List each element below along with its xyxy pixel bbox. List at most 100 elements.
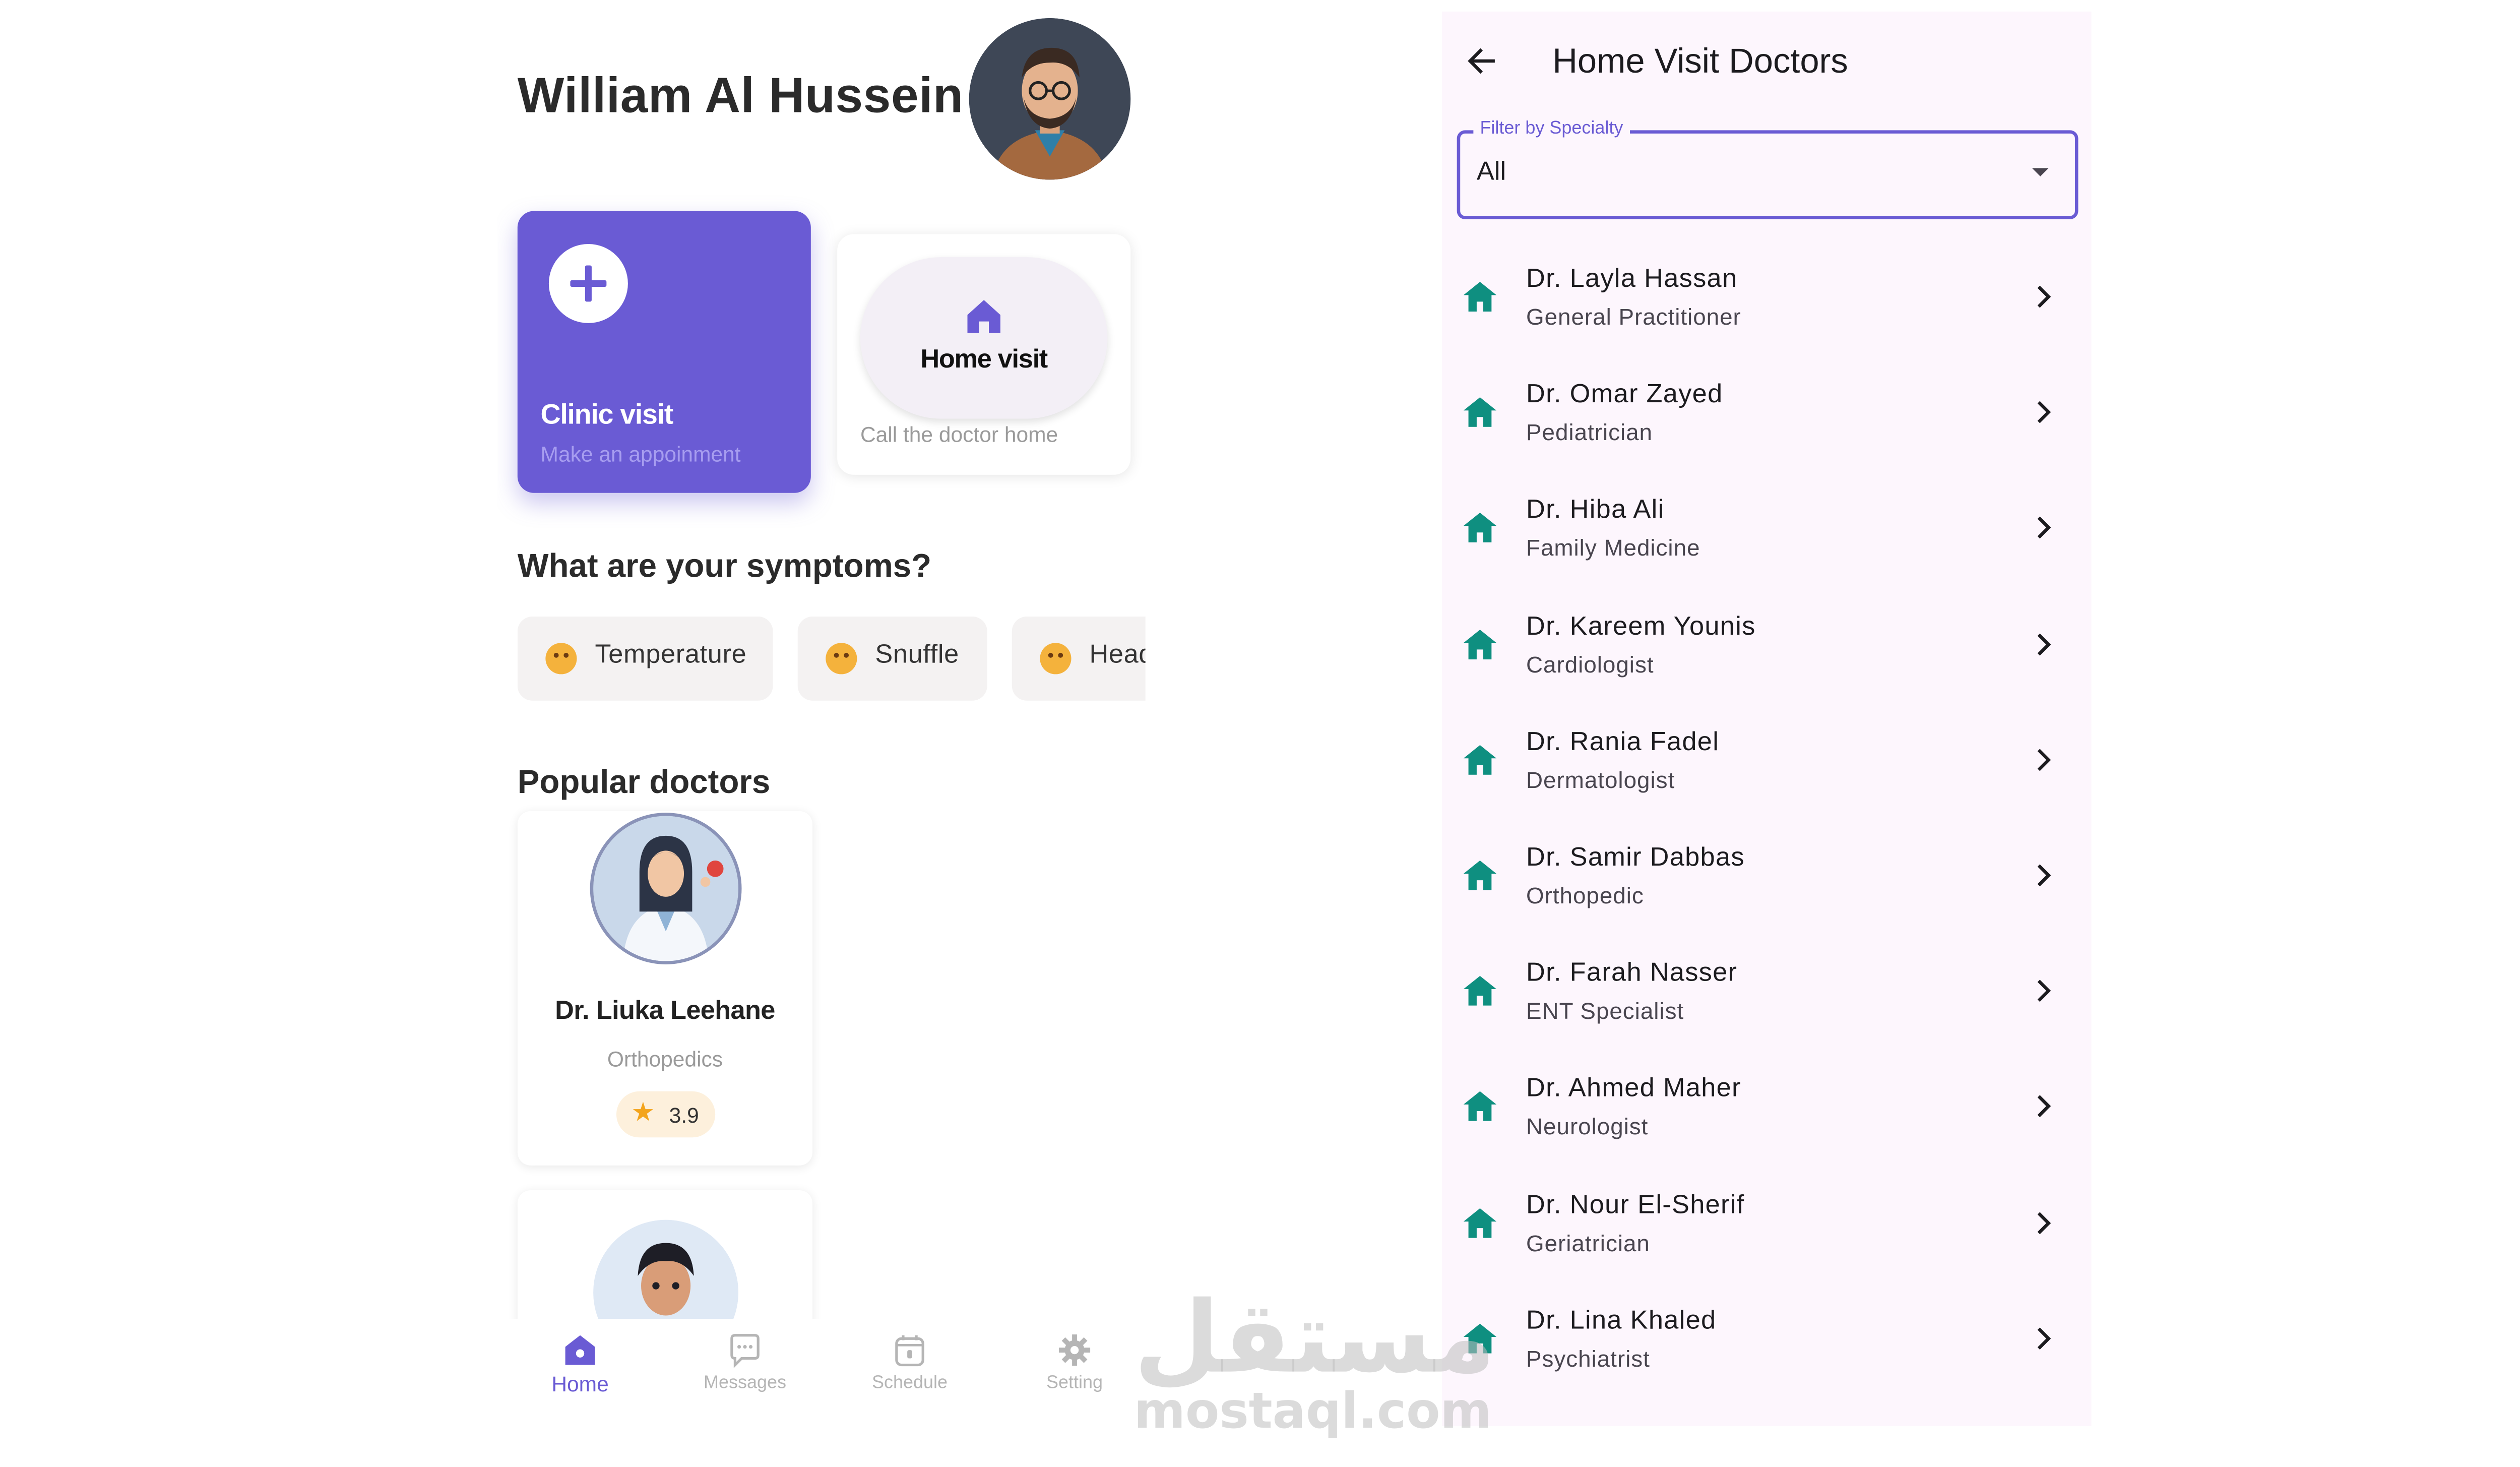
- feverish-face-emoji-icon: [545, 643, 577, 675]
- doctor-specialty: General Practitioner: [1526, 303, 1741, 330]
- chevron-right-icon: [2037, 1211, 2051, 1234]
- home-icon: [967, 300, 1000, 333]
- popular-doctor-card[interactable]: [517, 1190, 813, 1339]
- home-visit-subtitle: Call the doctor home: [860, 422, 1058, 447]
- home-icon: [1463, 282, 1497, 312]
- nav-label: Setting: [1046, 1373, 1103, 1393]
- doctor-list-item[interactable]: Dr. Layla Hassan General Practitioner: [1442, 239, 2091, 355]
- home-icon: [1463, 1207, 1497, 1238]
- home-screen: William Al Hussein Clinic visit Make an …: [497, 0, 1149, 1434]
- calendar-icon: [895, 1335, 924, 1367]
- chevron-right-icon: [2037, 285, 2051, 308]
- home-icon: [1463, 860, 1497, 890]
- chevron-right-icon: [2037, 517, 2051, 539]
- bottom-navigation: Home Messages Schedule Setting: [497, 1319, 1149, 1434]
- home-icon: [1463, 397, 1497, 427]
- filter-value: All: [1476, 158, 1506, 187]
- mostaql-watermark: مستقل mostaql.com: [1133, 1286, 1496, 1449]
- symptom-chip-snuffle[interactable]: Snuffle: [797, 616, 987, 701]
- doctor-name: Dr. Layla Hassan: [1526, 265, 1738, 294]
- doctor-specialty: Psychiatrist: [1526, 1344, 1650, 1371]
- doctor-name: Dr. Ahmed Maher: [1526, 1075, 1741, 1104]
- clinic-visit-subtitle: Make an appoinment: [540, 442, 741, 467]
- doctor-list-item[interactable]: Dr. Farah Nasser ENT Specialist: [1442, 933, 2091, 1049]
- doctor-list-item[interactable]: Dr. Hiba Ali Family Medicine: [1442, 470, 2091, 586]
- doctor-name: Dr. Hiba Ali: [1526, 497, 1665, 525]
- doctor-name: Dr. Liuka Leehane: [555, 997, 775, 1025]
- clinic-visit-title: Clinic visit: [540, 399, 674, 431]
- doctor-specialty: Cardiologist: [1526, 650, 1654, 677]
- nav-label: Schedule: [872, 1373, 948, 1393]
- watermark-latin: mostaql.com: [1133, 1383, 1492, 1441]
- doctor-name: Dr. Rania Fadel: [1526, 728, 1720, 757]
- home-icon: [1463, 1091, 1497, 1122]
- watermark-arabic: مستقل: [1133, 1280, 1496, 1396]
- home-icon: [1463, 745, 1497, 775]
- home-icon: [1463, 629, 1497, 659]
- popular-doctor-card[interactable]: Dr. Liuka Leehane Orthopedics ★ 3.9: [517, 811, 813, 1166]
- doctor-list-item[interactable]: Dr. Lina Khaled Psychiatrist: [1442, 1280, 2091, 1396]
- nav-item-messages[interactable]: Messages: [663, 1319, 828, 1434]
- home-icon: [1463, 976, 1497, 1006]
- nav-item-setting[interactable]: Setting: [992, 1319, 1149, 1434]
- chevron-right-icon: [2037, 1327, 2051, 1350]
- doctor-list-item[interactable]: Dr. Rania Fadel Dermatologist: [1442, 702, 2091, 818]
- doctor-name: Dr. Lina Khaled: [1526, 1307, 1717, 1335]
- doctor-list-item[interactable]: Dr. Omar Zayed Pediatrician: [1442, 355, 2091, 471]
- symptom-chip-label: Snuffle: [875, 641, 959, 669]
- chevron-right-icon: [2037, 1095, 2051, 1118]
- home-visit-doctors-screen: Home Visit Doctors Filter by Specialty A…: [1442, 11, 2092, 1426]
- doctor-specialty: Pediatrician: [1526, 419, 1653, 446]
- back-arrow-icon[interactable]: [1464, 43, 1500, 79]
- home-visit-pill[interactable]: Home visit: [860, 257, 1108, 419]
- doctor-name: Dr. Kareem Younis: [1526, 613, 1756, 641]
- doctor-specialty: ENT Specialist: [1526, 997, 1684, 1024]
- chevron-right-icon: [2037, 748, 2051, 771]
- user-avatar[interactable]: [969, 18, 1131, 180]
- filter-label: Filter by Specialty: [1473, 118, 1630, 139]
- specialty-filter-dropdown[interactable]: Filter by Specialty All: [1457, 118, 2078, 219]
- star-icon: ★: [631, 1099, 655, 1128]
- home-visit-card[interactable]: Home visit Call the doctor home: [837, 234, 1131, 475]
- doctor-specialty: Orthopedic: [1526, 882, 1644, 908]
- symptom-chip-label: Temperature: [595, 641, 747, 669]
- doctor-list-item[interactable]: Dr. Nour El-Sherif Geriatrician: [1442, 1165, 2091, 1280]
- symptoms-title: What are your symptoms?: [517, 548, 932, 585]
- doctor-list-item[interactable]: Dr. Kareem Younis Cardiologist: [1442, 586, 2091, 702]
- chevron-right-icon: [2037, 980, 2051, 1002]
- doctor-list: Dr. Layla Hassan General Practitioner Dr…: [1442, 239, 2091, 1396]
- home-icon: [1463, 513, 1497, 543]
- nav-label: Messages: [704, 1373, 786, 1393]
- symptom-chips: Temperature Snuffle Headache: [517, 616, 1146, 702]
- dropdown-caret-icon: [2032, 168, 2049, 176]
- chevron-right-icon: [2037, 633, 2051, 655]
- sneezing-face-emoji-icon: [826, 643, 857, 675]
- rating-value: 3.9: [669, 1103, 699, 1128]
- screen-title: Home Visit Doctors: [1552, 43, 1848, 81]
- nav-item-schedule[interactable]: Schedule: [828, 1319, 992, 1434]
- doctor-avatar: [593, 816, 738, 961]
- doctor-specialty: Dermatologist: [1526, 766, 1675, 793]
- plus-icon: [548, 243, 628, 323]
- headache-face-emoji-icon: [1040, 643, 1072, 675]
- doctor-list-item[interactable]: Dr. Samir Dabbas Orthopedic: [1442, 818, 2091, 934]
- chat-bubble-icon: [730, 1334, 760, 1368]
- symptom-chip-temperature[interactable]: Temperature: [517, 616, 773, 701]
- doctor-name: Dr. Nour El-Sherif: [1526, 1191, 1745, 1219]
- rating-badge: ★ 3.9: [616, 1091, 716, 1138]
- chevron-right-icon: [2037, 864, 2051, 887]
- symptom-chip-headache[interactable]: Headache: [1012, 616, 1146, 701]
- clinic-visit-card[interactable]: Clinic visit Make an appoinment: [517, 211, 811, 493]
- home-visit-title: Home visit: [920, 346, 1048, 375]
- doctor-specialty: Orthopedics: [607, 1047, 723, 1072]
- home-icon: [565, 1335, 595, 1365]
- doctor-name: Dr. Samir Dabbas: [1526, 844, 1745, 872]
- doctor-specialty: Neurologist: [1526, 1113, 1649, 1140]
- doctor-name: Dr. Omar Zayed: [1526, 381, 1723, 409]
- nav-item-home[interactable]: Home: [498, 1319, 663, 1434]
- popular-doctors-title: Popular doctors: [517, 765, 771, 802]
- doctor-list-item[interactable]: Dr. Ahmed Maher Neurologist: [1442, 1049, 2091, 1165]
- doctor-specialty: Family Medicine: [1526, 534, 1700, 562]
- doctor-specialty: Geriatrician: [1526, 1229, 1650, 1256]
- symptom-chip-label: Headache: [1089, 641, 1145, 669]
